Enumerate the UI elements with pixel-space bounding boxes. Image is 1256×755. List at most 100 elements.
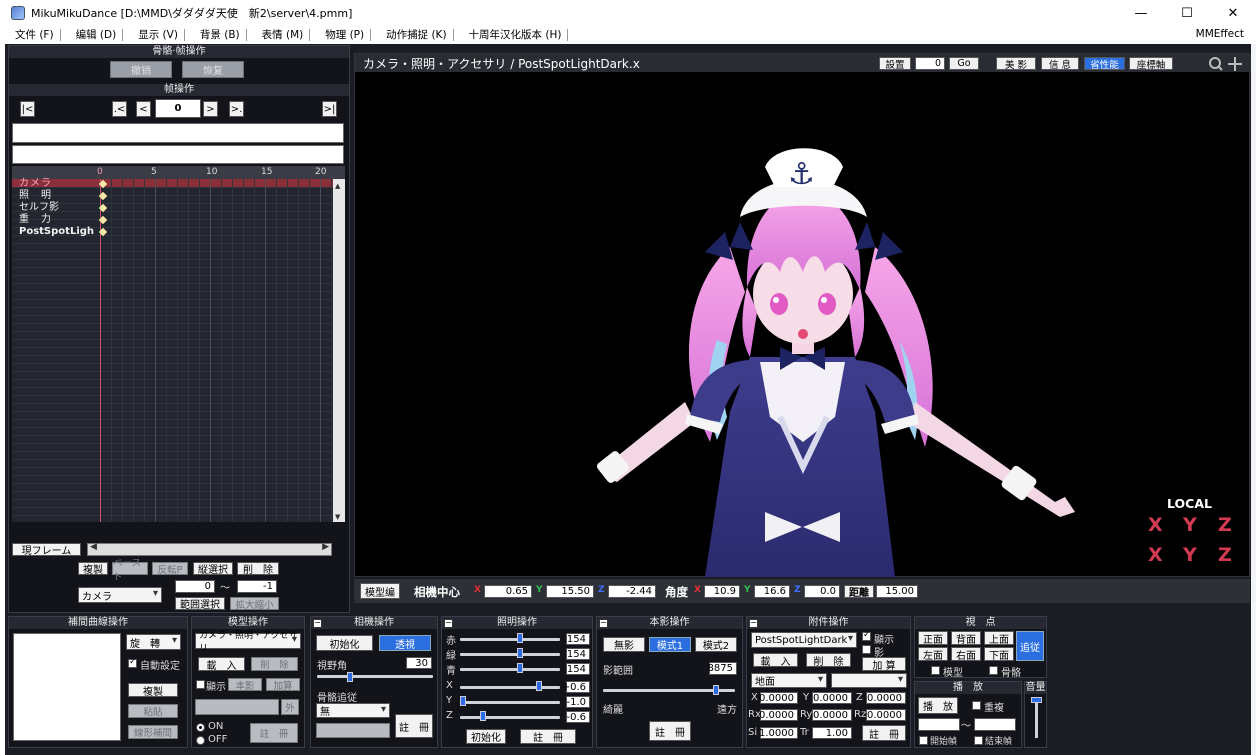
redo-button[interactable]: 恢复 xyxy=(182,61,244,78)
acc-rz-input[interactable]: 0.0000 xyxy=(866,709,906,721)
linear-interp-button[interactable]: 線形補間 xyxy=(128,725,178,739)
red-slider[interactable] xyxy=(460,638,560,641)
shadow-range-knob[interactable] xyxy=(713,685,719,695)
interp-paste-button[interactable]: 粘貼 xyxy=(128,704,178,718)
view-bone-checkbox[interactable] xyxy=(989,666,998,675)
prev-key-button[interactable]: .< xyxy=(112,101,127,117)
range-from-input[interactable]: 0 xyxy=(175,580,215,593)
prev-frame-button[interactable]: < xyxy=(136,101,151,117)
green-slider-knob[interactable] xyxy=(517,648,523,658)
menu-file[interactable]: 文件 (F) xyxy=(0,29,61,41)
end-frame-checkbox[interactable] xyxy=(974,736,983,745)
axis-button[interactable]: 座標軸 xyxy=(1129,57,1173,71)
model-register-button[interactable]: 註 冊 xyxy=(250,723,298,743)
light-x-knob[interactable] xyxy=(536,681,542,691)
light-z-slider[interactable] xyxy=(460,716,560,719)
play-button[interactable]: 播 放 xyxy=(918,697,958,714)
model-select-dropdown[interactable]: カメラ・照明・アクセサリ xyxy=(195,631,301,654)
zoom-icon[interactable] xyxy=(1209,57,1223,71)
menu-view[interactable]: 显示 (V) xyxy=(123,29,185,41)
acc-x-input[interactable]: 0.0000 xyxy=(759,692,798,704)
rotate-x-icon[interactable]: X xyxy=(1148,514,1163,536)
frame-number-input[interactable]: 0 xyxy=(155,99,201,118)
move-x-icon[interactable]: X xyxy=(1148,544,1163,566)
track-camera[interactable]: カメラ xyxy=(19,178,52,190)
last-frame-button[interactable]: >| xyxy=(322,101,337,117)
shadow-register-button[interactable]: 註 冊 xyxy=(649,721,691,741)
accessory-show-checkbox[interactable] xyxy=(862,630,871,641)
perspective-button[interactable]: 透視 xyxy=(379,635,431,651)
accessory-bone-select[interactable] xyxy=(831,673,907,688)
menu-mmeffect[interactable]: MMEffect xyxy=(1196,28,1244,40)
performance-button[interactable]: 省性能 xyxy=(1084,57,1125,71)
volume-knob[interactable] xyxy=(1031,697,1042,703)
model-delete-button[interactable]: 削 除 xyxy=(251,657,298,671)
interpolation-select[interactable]: 旋 轉 xyxy=(126,634,181,650)
red-slider-knob[interactable] xyxy=(517,633,523,643)
shadow-mode2-button[interactable]: 模式2 xyxy=(695,637,737,652)
distance-input[interactable]: 15.00 xyxy=(876,585,918,598)
setting-button[interactable]: 設置 xyxy=(879,57,911,71)
maximize-icon[interactable]: ☐ xyxy=(1164,0,1210,26)
collapse-icon[interactable]: − xyxy=(313,619,322,628)
front-view-button[interactable]: 正面 xyxy=(918,631,948,646)
bone-name-field[interactable] xyxy=(12,123,344,143)
center-y-input[interactable]: 15.50 xyxy=(546,585,594,598)
repeat-checkbox[interactable] xyxy=(972,701,981,710)
timeline[interactable]: ▲ ▼ 0 5 10 15 20 カメラ 照 明 セルフ影 重 力 PostSp… xyxy=(12,166,345,522)
shadow-mode1-button[interactable]: 模式1 xyxy=(649,637,691,652)
light-y-slider[interactable] xyxy=(460,701,560,704)
next-frame-button[interactable]: > xyxy=(203,101,218,117)
collapse-icon[interactable]: − xyxy=(749,619,758,628)
light-y-knob[interactable] xyxy=(460,696,466,706)
fov-input[interactable]: 30 xyxy=(406,657,432,669)
model-add-button[interactable]: 加算 xyxy=(266,678,300,692)
range-select-button[interactable]: 範囲選択 xyxy=(175,597,225,611)
camera-init-button[interactable]: 初始化 xyxy=(316,635,373,651)
angle-y-input[interactable]: 16.6 xyxy=(754,585,790,598)
interp-copy-button[interactable]: 複製 xyxy=(128,683,178,698)
center-x-input[interactable]: 0.65 xyxy=(484,585,532,598)
light-init-button[interactable]: 初始化 xyxy=(466,729,506,744)
delete-button[interactable]: 削 除 xyxy=(237,562,279,576)
follow-model-select[interactable]: 無 xyxy=(316,703,390,718)
acc-transparency-input[interactable]: 1.00 xyxy=(812,727,852,739)
accessory-select[interactable]: PostSpotLightDark xyxy=(751,632,857,648)
shadow-range-input[interactable]: 8875 xyxy=(708,662,737,675)
menu-background[interactable]: 背景 (B) xyxy=(185,29,247,41)
fov-slider-knob[interactable] xyxy=(347,672,353,682)
play-end-input[interactable] xyxy=(974,718,1016,731)
go-button[interactable]: Go xyxy=(949,57,979,70)
angle-z-input[interactable]: 0.0 xyxy=(804,585,840,598)
blue-slider[interactable] xyxy=(460,668,560,671)
menu-physics[interactable]: 物理 (P) xyxy=(310,29,372,41)
acc-rx-input[interactable]: 0.0000 xyxy=(759,709,798,721)
model-load-button[interactable]: 載 入 xyxy=(198,657,245,672)
green-slider[interactable] xyxy=(460,653,560,656)
bone-select-dropdown[interactable] xyxy=(195,699,279,715)
rotate-y-icon[interactable]: Y xyxy=(1183,514,1197,536)
beauty-shadow-button[interactable]: 美 影 xyxy=(996,57,1036,71)
blue-slider-knob[interactable] xyxy=(517,663,523,673)
bottom-view-button[interactable]: 下面 xyxy=(984,647,1014,662)
first-frame-button[interactable]: |< xyxy=(20,101,35,117)
move-z-icon[interactable]: Z xyxy=(1218,544,1232,566)
track-light[interactable]: 照 明 xyxy=(19,190,52,202)
light-register-button[interactable]: 註 冊 xyxy=(520,729,576,744)
3d-viewport[interactable]: カメラ・照明・アクセサリ / PostSpotLightDark.x 設置 0 … xyxy=(354,53,1251,577)
acc-y-input[interactable]: 0.0000 xyxy=(812,692,852,704)
next-key-button[interactable]: >. xyxy=(229,101,244,117)
red-input[interactable]: 154 xyxy=(566,633,590,645)
light-x-input[interactable]: +0.6 xyxy=(562,681,590,693)
accessory-load-button[interactable]: 載 入 xyxy=(753,653,798,668)
back-view-button[interactable]: 背面 xyxy=(951,631,981,646)
blue-input[interactable]: 154 xyxy=(566,663,590,675)
light-x-slider[interactable] xyxy=(460,686,560,689)
play-start-input[interactable] xyxy=(918,718,960,731)
external-parent-button[interactable]: 外 xyxy=(281,699,299,715)
copy-button[interactable]: 複製 xyxy=(78,562,108,576)
camera-register-button[interactable]: 註 冊 xyxy=(395,714,433,738)
light-z-knob[interactable] xyxy=(480,711,486,721)
acc-scale-input[interactable]: 1.0000 xyxy=(759,727,798,739)
info-button[interactable]: 信 息 xyxy=(1041,57,1079,71)
